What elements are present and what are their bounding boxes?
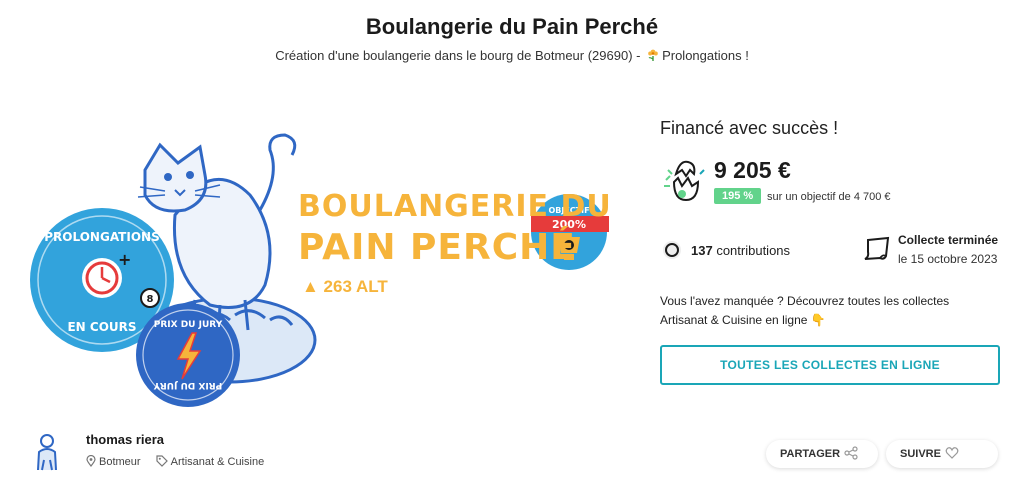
author-meta: Botmeur Artisanat & Cuisine	[86, 454, 276, 468]
page-subtitle: Création d'une boulangerie dans le bourg…	[0, 48, 1024, 63]
page-title: Boulangerie du Pain Perché	[365, 14, 659, 39]
amount-raised: 9 205 €	[714, 157, 791, 183]
follow-button[interactable]: SUIVRE	[886, 440, 998, 468]
author-category-label: Artisanat & Cuisine	[170, 456, 265, 468]
heart-icon	[945, 447, 959, 459]
egg-icon	[660, 156, 708, 204]
percent-badge: 195 %	[714, 188, 762, 204]
author-name[interactable]: thomas riera	[86, 432, 164, 447]
share-label: PARTAGER	[780, 448, 841, 460]
hero-title-line2: PAIN PERCHÉ	[298, 227, 576, 268]
project-hero-image: PROLONGATIONS EN COURS + 8 PRIX DU JURY …	[20, 115, 640, 425]
collect-end-label: Collecte terminée	[898, 233, 999, 247]
share-button[interactable]: PARTAGER	[766, 440, 878, 468]
subtitle-text: Création d'une boulangerie dans le bourg…	[275, 48, 645, 63]
collect-end-date: le 15 octobre 2023	[898, 252, 998, 266]
contributions-number: 137	[691, 243, 713, 258]
location-icon	[86, 454, 96, 467]
contributions-count: 137 contributions	[691, 243, 790, 258]
missed-text: Vous l'avez manquée ? Découvrez toutes l…	[660, 294, 950, 327]
badge-jury-bottom: PRIX DU JURY	[153, 380, 222, 390]
follow-label: SUIVRE	[900, 448, 941, 460]
hero-title-line1: BOULANGERIE DU	[298, 189, 612, 224]
contributions-label: contributions	[712, 243, 791, 258]
badge-prolongations-bottom: EN COURS	[67, 320, 136, 334]
share-icon	[844, 446, 858, 460]
contributions-icon	[662, 240, 682, 260]
badge-prix-du-jury: PRIX DU JURY PRIX DU JURY	[136, 303, 240, 407]
funding-status: Financé avec succès !	[660, 118, 839, 138]
author-location-label: Botmeur	[99, 456, 141, 468]
svg-text:+: +	[118, 250, 131, 269]
objective-text: sur un objectif de 4 700 €	[767, 191, 891, 203]
subtitle-extra: Prolongations !	[662, 48, 749, 63]
svg-text:8: 8	[147, 294, 154, 305]
author-location[interactable]: Botmeur	[86, 454, 141, 468]
avatar[interactable]	[32, 432, 62, 472]
calendar-icon	[862, 234, 892, 262]
author-category[interactable]: Artisanat & Cuisine	[156, 455, 265, 468]
all-collects-button[interactable]: TOUTES LES COLLECTES EN LIGNE	[660, 345, 1000, 385]
badge-prolongations-top: PROLONGATIONS	[44, 230, 159, 244]
tag-icon	[156, 455, 168, 467]
hero-illustration: PROLONGATIONS EN COURS + 8 PRIX DU JURY …	[30, 133, 609, 407]
flower-icon	[646, 48, 660, 62]
hero-altitude: ▲ 263 ALT	[302, 277, 388, 296]
badge-jury-top: PRIX DU JURY	[154, 320, 223, 330]
